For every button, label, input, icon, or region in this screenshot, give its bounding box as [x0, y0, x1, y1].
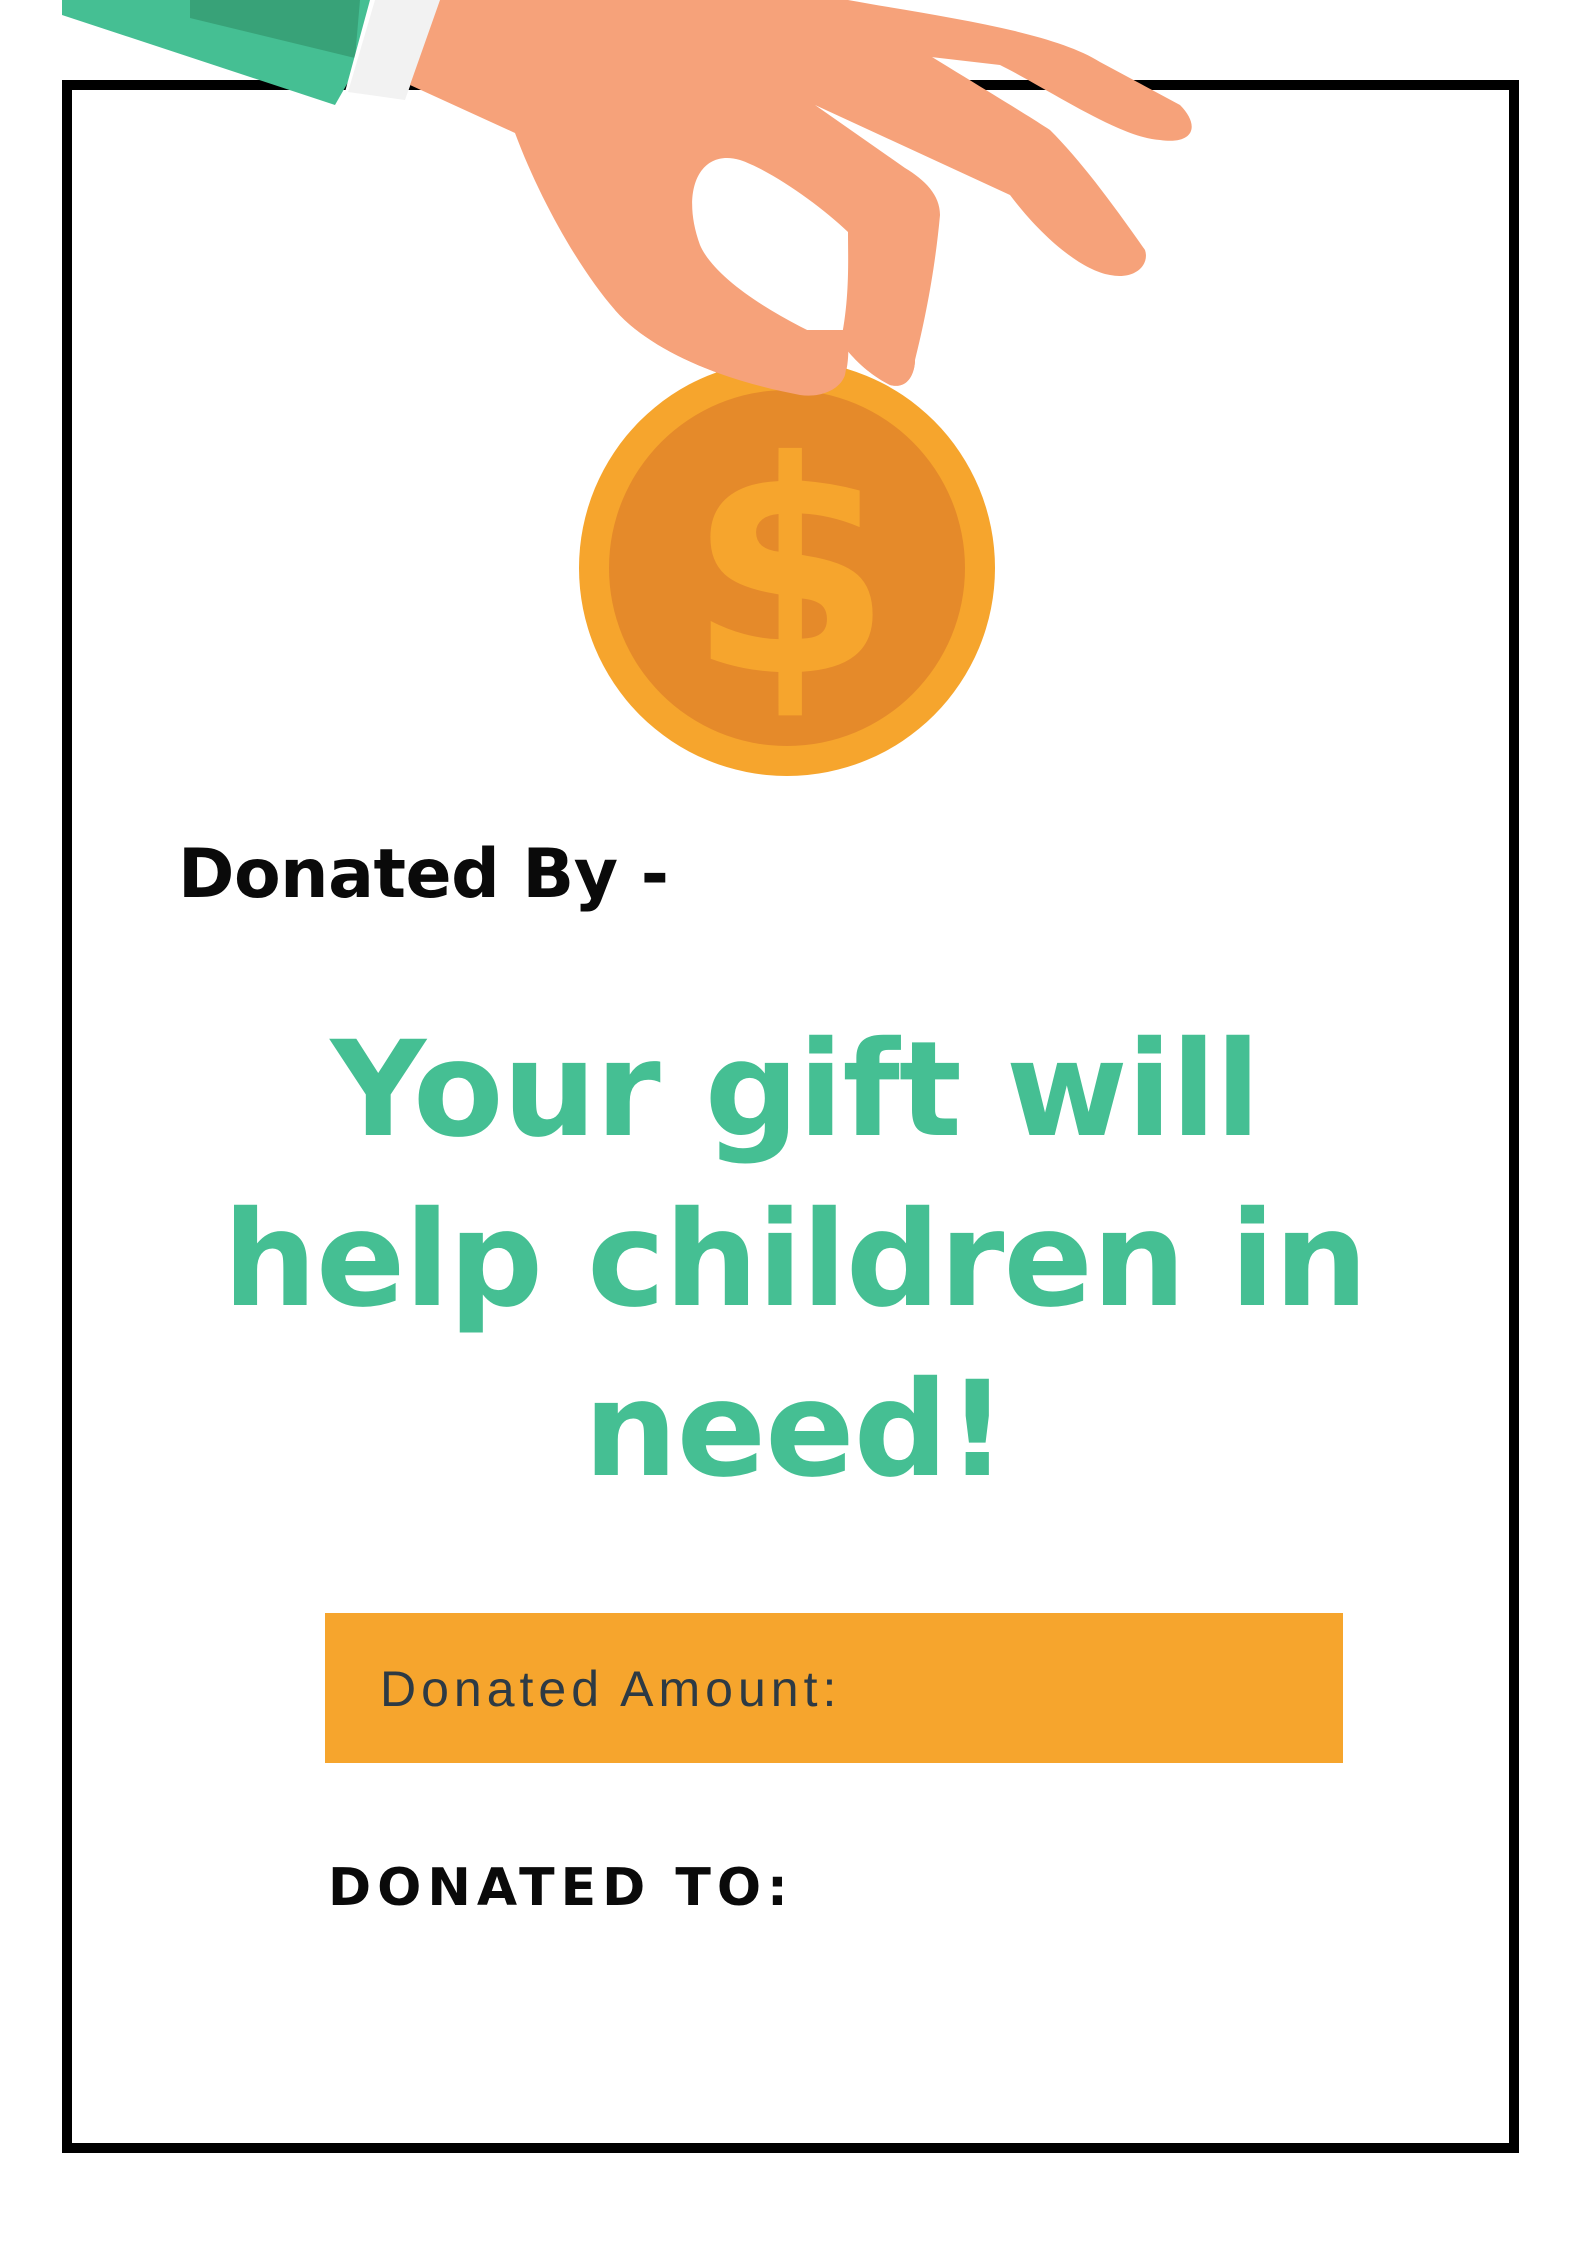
coin-icon: $ — [579, 360, 995, 776]
donated-by-label: Donated By - — [178, 835, 669, 914]
hand-dropping-coin-illustration: $ — [62, 0, 1192, 776]
sleeve-icon — [62, 0, 440, 105]
headline-line-1: Your gift will — [330, 1013, 1260, 1167]
donated-to-label: DONATED TO: — [328, 1858, 794, 1918]
coin-dollar-symbol: $ — [687, 398, 892, 742]
headline-line-3: need! — [583, 1353, 1008, 1507]
headline-line-2: help children in — [222, 1183, 1368, 1337]
donated-amount-label: Donated Amount: — [380, 1661, 842, 1717]
headline: Your gift will help children in need! — [180, 1005, 1410, 1515]
